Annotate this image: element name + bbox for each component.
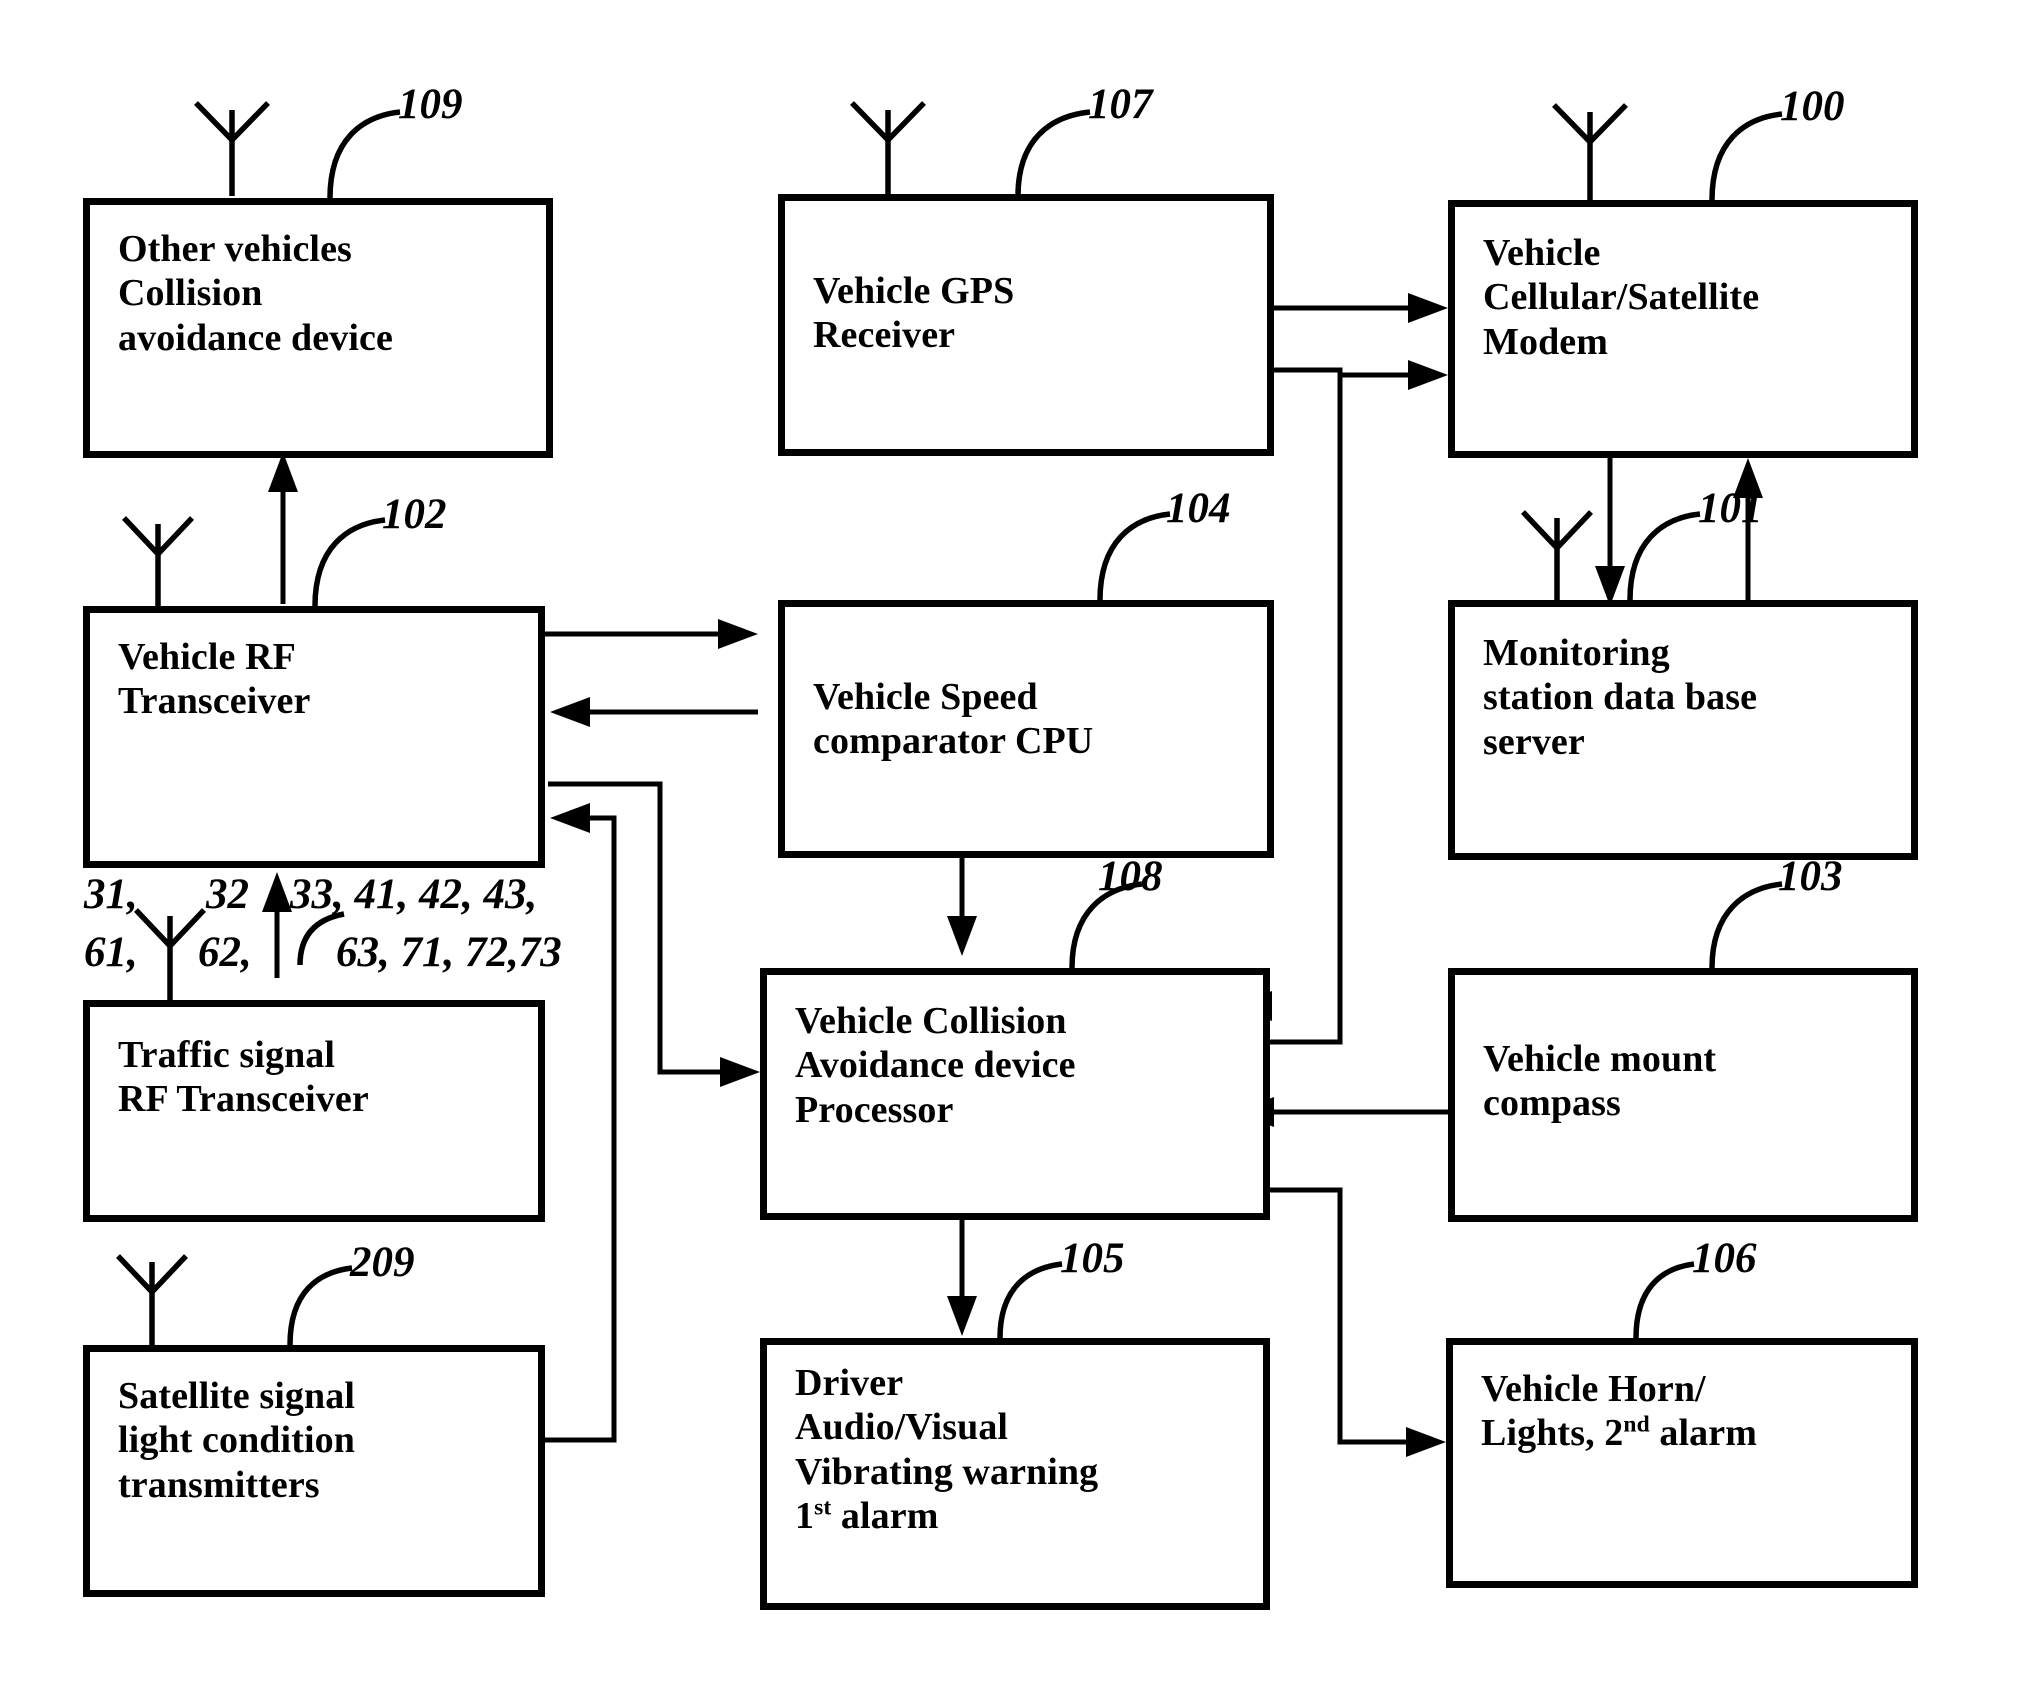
wire-satellite-to-rf	[538, 815, 617, 1443]
arrowhead-satellite-to-rf	[550, 803, 590, 833]
arrowhead-processor-to-horn	[1406, 1427, 1446, 1457]
ref-109: 109	[398, 81, 463, 128]
arrowhead-speed-cpu-to-processor	[947, 916, 977, 956]
arrowhead-processor-to-driver-warning	[947, 1296, 977, 1336]
ref-102: 102	[382, 491, 447, 538]
ref-105: 105	[1060, 1235, 1125, 1282]
arrowhead-rf-to-other-vehicles	[268, 452, 298, 492]
block-label-vehicle-gps-receiver: Vehicle GPS Receiver	[813, 270, 1015, 357]
antenna-icon-traffic-signal	[134, 908, 206, 1000]
block-vehicle-speed-comparator-cpu[interactable]: Vehicle Speed comparator CPU	[778, 600, 1274, 858]
leader-106	[1633, 1261, 1695, 1339]
wire-gps-to-modem-lower	[1272, 367, 1422, 378]
block-label-vehicle-mount-compass: Vehicle mount compass	[1483, 1038, 1717, 1125]
block-label-satellite-signal-light-condition-transmitters: Satellite signal light condition transmi…	[118, 1375, 355, 1506]
antenna-icon-101	[1521, 510, 1593, 600]
leader-105	[997, 1261, 1063, 1339]
antenna-icon-107	[850, 101, 926, 196]
driver-warning-line-4-rest: alarm	[831, 1495, 939, 1538]
ref-traffic-32: 32	[206, 871, 249, 918]
leader-107	[1015, 109, 1091, 197]
figure-canvas: Other vehicles Collision avoidance devic…	[0, 0, 2036, 1695]
block-monitoring-station-data-base-server[interactable]: Monitoring station data base server	[1448, 600, 1918, 860]
ref-100: 100	[1780, 83, 1845, 130]
block-label-vehicle-rf-transceiver: Vehicle RF Transceiver	[118, 636, 311, 723]
block-label-monitoring-station-data-base-server: Monitoring station data base server	[1483, 632, 1758, 763]
arrowhead-gps-to-modem-lower	[1408, 360, 1448, 390]
antenna-icon-109	[194, 101, 270, 196]
arrowhead-speed-cpu-to-rf	[550, 697, 590, 727]
horn-line-2-a: Lights, 2	[1481, 1412, 1624, 1455]
driver-warning-line-4-num: 1	[795, 1495, 815, 1538]
ref-106: 106	[1692, 1235, 1757, 1282]
ref-108: 108	[1098, 853, 1163, 900]
block-vehicle-gps-receiver[interactable]: Vehicle GPS Receiver	[778, 194, 1274, 456]
driver-warning-line-3: Vibrating warning	[795, 1450, 1099, 1493]
block-satellite-signal-light-condition-transmitters[interactable]: Satellite signal light condition transmi…	[83, 1345, 545, 1597]
leader-109	[327, 109, 401, 199]
ref-209: 209	[350, 1239, 415, 1286]
block-label-other-vehicles: Other vehicles Collision avoidance devic…	[118, 228, 393, 359]
block-driver-audio-visual-vibrating-warning[interactable]: Driver Audio/Visual Vibrating warning 1s…	[760, 1338, 1270, 1610]
ref-traffic-33-41-42-43: 33, 41, 42, 43,	[290, 871, 538, 918]
arrowhead-rf-to-speed-cpu	[718, 619, 758, 649]
arrowhead-gps-to-modem-upper	[1408, 293, 1448, 323]
block-vehicle-collision-avoidance-device-processor[interactable]: Vehicle Collision Avoidance device Proce…	[760, 968, 1270, 1220]
antenna-icon-102	[122, 516, 194, 606]
block-other-vehicles-collision-avoidance-device[interactable]: Other vehicles Collision avoidance devic…	[83, 198, 553, 458]
horn-line-2-rest: alarm	[1649, 1412, 1757, 1455]
block-label-traffic-signal-rf-transceiver: Traffic signal RF Transceiver	[118, 1034, 369, 1121]
ref-104: 104	[1166, 485, 1231, 532]
ref-traffic-63-71-72-73: 63, 71, 72,73	[336, 929, 562, 976]
block-label-vehicle-cellular-satellite-modem: Vehicle Cellular/Satellite Modem	[1483, 232, 1760, 363]
wire-processor-to-horn	[1268, 1187, 1418, 1445]
wire-rf-to-processor	[548, 781, 732, 1075]
block-vehicle-mount-compass[interactable]: Vehicle mount compass	[1448, 968, 1918, 1222]
horn-line-2-sup: nd	[1623, 1411, 1650, 1438]
ref-107: 107	[1088, 81, 1153, 128]
leader-101	[1627, 511, 1701, 601]
block-traffic-signal-rf-transceiver[interactable]: Traffic signal RF Transceiver	[83, 1000, 545, 1222]
leader-209	[287, 1265, 353, 1346]
leader-104	[1097, 511, 1171, 601]
ref-101: 101	[1698, 485, 1763, 532]
block-vehicle-rf-transceiver[interactable]: Vehicle RF Transceiver	[83, 606, 545, 868]
leader-103	[1709, 881, 1783, 969]
driver-warning-line-1: Driver	[795, 1362, 904, 1404]
leader-100	[1709, 111, 1783, 201]
block-label-driver-audio-visual-vibrating-warning: Driver Audio/Visual Vibrating warning 1s…	[767, 1345, 1098, 1539]
ref-traffic-62: 62,	[198, 929, 252, 976]
horn-line-1: Vehicle Horn/	[1481, 1368, 1706, 1410]
leader-102	[312, 517, 386, 607]
driver-warning-line-2: Audio/Visual	[795, 1406, 1009, 1449]
ref-traffic-61: 61,	[84, 929, 138, 976]
block-vehicle-horn-lights-2nd-alarm[interactable]: Vehicle Horn/ Lights, 2nd alarm	[1446, 1338, 1918, 1588]
antenna-icon-100	[1552, 103, 1628, 200]
block-label-vehicle-speed-comparator-cpu: Vehicle Speed comparator CPU	[813, 676, 1094, 763]
driver-warning-line-4-sup: st	[814, 1494, 832, 1521]
ref-traffic-31: 31,	[84, 871, 138, 918]
block-label-vehicle-horn-lights-2nd-alarm: Vehicle Horn/ Lights, 2nd alarm	[1453, 1345, 1757, 1456]
block-label-vehicle-collision-avoidance-device-processor: Vehicle Collision Avoidance device Proce…	[795, 1000, 1076, 1131]
arrowhead-traffic-to-rf	[262, 872, 292, 912]
antenna-icon-209	[116, 1254, 188, 1345]
ref-103: 103	[1778, 853, 1843, 900]
block-vehicle-cellular-satellite-modem[interactable]: Vehicle Cellular/Satellite Modem	[1448, 200, 1918, 458]
arrowhead-rf-to-processor	[720, 1057, 760, 1087]
